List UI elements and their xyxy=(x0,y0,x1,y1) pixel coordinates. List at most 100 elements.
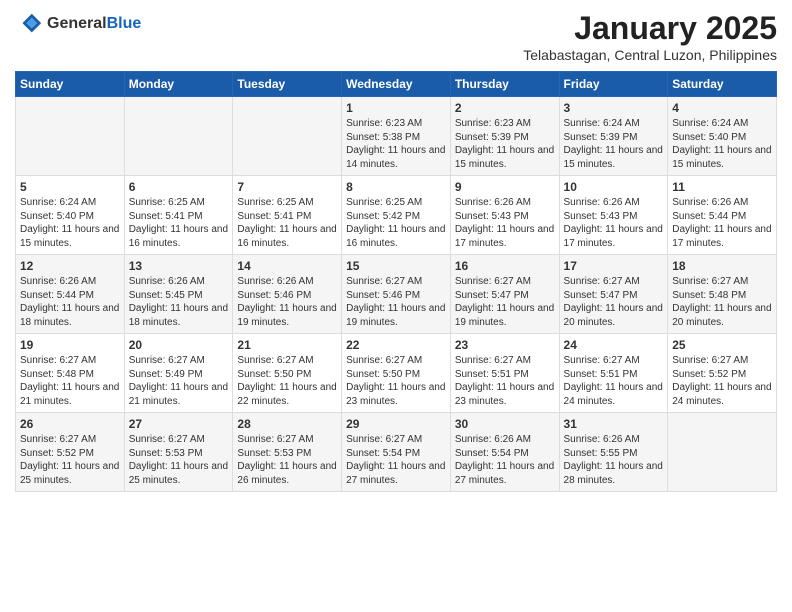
day-info-line: Sunrise: 6:27 AM xyxy=(237,354,337,368)
calendar-week-row: 5 Sunrise: 6:24 AMSunset: 5:40 PMDaylight… xyxy=(16,176,777,255)
day-info-line: Sunrise: 6:24 AM xyxy=(672,117,772,131)
location: Telabastagan, Central Luzon, Philippines xyxy=(523,47,777,63)
calendar-cell: 11Sunrise: 6:26 AMSunset: 5:44 PMDayligh… xyxy=(668,176,777,255)
day-info: Sunrise: 6:27 AMSunset: 5:46 PMDaylight:… xyxy=(346,275,446,329)
day-number: 7 xyxy=(237,180,337,194)
day-info-line: Daylight: 11 hours and 18 minutes. xyxy=(129,302,229,329)
day-info: Sunrise: 6:26 AMSunset: 5:54 PMDaylight:… xyxy=(455,433,555,487)
calendar-cell: 5 Sunrise: 6:24 AMSunset: 5:40 PMDaylight… xyxy=(16,176,125,255)
day-info-line: Sunrise: 6:26 AM xyxy=(564,433,664,447)
day-info-line: Sunrise: 6:25 AM xyxy=(129,196,229,210)
day-info: Sunrise: 6:27 AMSunset: 5:47 PMDaylight:… xyxy=(455,275,555,329)
day-info-line: Sunset: 5:44 PM xyxy=(672,210,772,224)
day-info-line: Sunset: 5:51 PM xyxy=(564,368,664,382)
day-info-line: Sunrise: 6:27 AM xyxy=(455,354,555,368)
day-info-line: Sunset: 5:55 PM xyxy=(564,447,664,461)
calendar-cell: 10 Sunrise: 6:26 AMSunset: 5:43 PMDayligh… xyxy=(559,176,668,255)
day-info-line: Daylight: 11 hours and 20 minutes. xyxy=(672,302,772,329)
day-info-line: Sunrise: 6:27 AM xyxy=(672,275,772,289)
day-info-line: Sunset: 5:47 PM xyxy=(564,289,664,303)
day-info-line: Daylight: 11 hours and 21 minutes. xyxy=(20,381,120,408)
day-number: 20 xyxy=(129,338,229,352)
day-info-line: Daylight: 11 hours and 25 minutes. xyxy=(129,460,229,487)
day-number: 29 xyxy=(346,417,446,431)
weekday-header: Friday xyxy=(559,72,668,97)
calendar-week-row: 12Sunrise: 6:26 AMSunset: 5:44 PMDayligh… xyxy=(16,255,777,334)
day-number: 1 xyxy=(346,101,446,115)
day-info-line: Daylight: 11 hours and 19 minutes. xyxy=(455,302,555,329)
day-info-line: Daylight: 11 hours and 16 minutes. xyxy=(237,223,337,250)
day-info-line: Sunrise: 6:26 AM xyxy=(237,275,337,289)
day-info-line: Sunrise: 6:24 AM xyxy=(20,196,120,210)
day-info-line: Sunrise: 6:27 AM xyxy=(455,275,555,289)
day-number: 21 xyxy=(237,338,337,352)
day-info-line: Sunset: 5:45 PM xyxy=(129,289,229,303)
day-info: Sunrise: 6:26 AMSunset: 5:55 PMDaylight:… xyxy=(564,433,664,487)
weekday-header: Tuesday xyxy=(233,72,342,97)
day-info: Sunrise: 6:26 AMSunset: 5:43 PMDaylight:… xyxy=(455,196,555,250)
calendar-cell: 13Sunrise: 6:26 AMSunset: 5:45 PMDayligh… xyxy=(124,255,233,334)
day-info-line: Daylight: 11 hours and 25 minutes. xyxy=(20,460,120,487)
day-info: Sunrise: 6:23 AMSunset: 5:39 PMDaylight:… xyxy=(455,117,555,171)
day-info-line: Sunset: 5:48 PM xyxy=(672,289,772,303)
logo-text: GeneralBlue xyxy=(47,15,141,33)
day-number: 10 xyxy=(564,180,664,194)
day-info-line: Sunset: 5:41 PM xyxy=(237,210,337,224)
day-info-line: Sunset: 5:54 PM xyxy=(346,447,446,461)
day-info-line: Daylight: 11 hours and 24 minutes. xyxy=(564,381,664,408)
day-number: 15 xyxy=(346,259,446,273)
calendar-cell: 31Sunrise: 6:26 AMSunset: 5:55 PMDayligh… xyxy=(559,413,668,492)
day-info: Sunrise: 6:26 AMSunset: 5:46 PMDaylight:… xyxy=(237,275,337,329)
day-info: Sunrise: 6:27 AMSunset: 5:51 PMDaylight:… xyxy=(455,354,555,408)
day-info-line: Daylight: 11 hours and 17 minutes. xyxy=(672,223,772,250)
calendar-cell: 1Sunrise: 6:23 AMSunset: 5:38 PMDaylight… xyxy=(342,97,451,176)
day-info-line: Sunset: 5:54 PM xyxy=(455,447,555,461)
logo-icon xyxy=(15,10,43,38)
day-info-line: Sunrise: 6:26 AM xyxy=(564,196,664,210)
calendar-cell: 6Sunrise: 6:25 AMSunset: 5:41 PMDaylight… xyxy=(124,176,233,255)
day-number: 11 xyxy=(672,180,772,194)
title-block: January 2025 Telabastagan, Central Luzon… xyxy=(523,10,777,63)
day-info: Sunrise: 6:26 AMSunset: 5:43 PMDaylight:… xyxy=(564,196,664,250)
day-info-line: Sunset: 5:53 PM xyxy=(237,447,337,461)
day-info-line: Sunset: 5:52 PM xyxy=(672,368,772,382)
calendar-cell: 21Sunrise: 6:27 AMSunset: 5:50 PMDayligh… xyxy=(233,334,342,413)
day-info-line: Daylight: 11 hours and 17 minutes. xyxy=(564,223,664,250)
weekday-header: Sunday xyxy=(16,72,125,97)
day-info-line: Daylight: 11 hours and 14 minutes. xyxy=(346,144,446,171)
calendar-cell: 7Sunrise: 6:25 AMSunset: 5:41 PMDaylight… xyxy=(233,176,342,255)
day-info-line: Sunrise: 6:27 AM xyxy=(237,433,337,447)
day-number: 6 xyxy=(129,180,229,194)
calendar-cell: 15 Sunrise: 6:27 AMSunset: 5:46 PMDayligh… xyxy=(342,255,451,334)
logo: GeneralBlue xyxy=(15,10,141,38)
calendar-cell xyxy=(668,413,777,492)
weekday-header: Monday xyxy=(124,72,233,97)
calendar-week-row: 26Sunrise: 6:27 AMSunset: 5:52 PMDayligh… xyxy=(16,413,777,492)
day-info-line: Daylight: 11 hours and 21 minutes. xyxy=(129,381,229,408)
day-info-line: Sunset: 5:43 PM xyxy=(455,210,555,224)
day-number: 30 xyxy=(455,417,555,431)
calendar-cell: 9Sunrise: 6:26 AMSunset: 5:43 PMDaylight… xyxy=(450,176,559,255)
calendar-cell: 17Sunrise: 6:27 AMSunset: 5:47 PMDayligh… xyxy=(559,255,668,334)
day-number: 3 xyxy=(564,101,664,115)
day-info-line: Sunrise: 6:27 AM xyxy=(564,354,664,368)
calendar-cell: 28Sunrise: 6:27 AMSunset: 5:53 PMDayligh… xyxy=(233,413,342,492)
calendar-cell: 12Sunrise: 6:26 AMSunset: 5:44 PMDayligh… xyxy=(16,255,125,334)
day-info-line: Sunset: 5:40 PM xyxy=(672,131,772,145)
day-info-line: Sunrise: 6:27 AM xyxy=(129,433,229,447)
calendar-cell: 29Sunrise: 6:27 AMSunset: 5:54 PMDayligh… xyxy=(342,413,451,492)
day-number: 28 xyxy=(237,417,337,431)
calendar-cell xyxy=(124,97,233,176)
day-info-line: Sunset: 5:39 PM xyxy=(455,131,555,145)
day-info-line: Sunrise: 6:23 AM xyxy=(346,117,446,131)
day-info: Sunrise: 6:24 AMSunset: 5:40 PMDaylight:… xyxy=(20,196,120,250)
calendar-table: SundayMondayTuesdayWednesdayThursdayFrid… xyxy=(15,71,777,492)
weekday-header: Saturday xyxy=(668,72,777,97)
header: GeneralBlue January 2025 Telabastagan, C… xyxy=(15,10,777,63)
day-number: 5 xyxy=(20,180,120,194)
logo-blue: Blue xyxy=(107,15,142,32)
day-info-line: Daylight: 11 hours and 24 minutes. xyxy=(672,381,772,408)
logo-general: General xyxy=(47,15,107,32)
day-info: Sunrise: 6:27 AMSunset: 5:51 PMDaylight:… xyxy=(564,354,664,408)
day-info-line: Sunrise: 6:27 AM xyxy=(20,354,120,368)
